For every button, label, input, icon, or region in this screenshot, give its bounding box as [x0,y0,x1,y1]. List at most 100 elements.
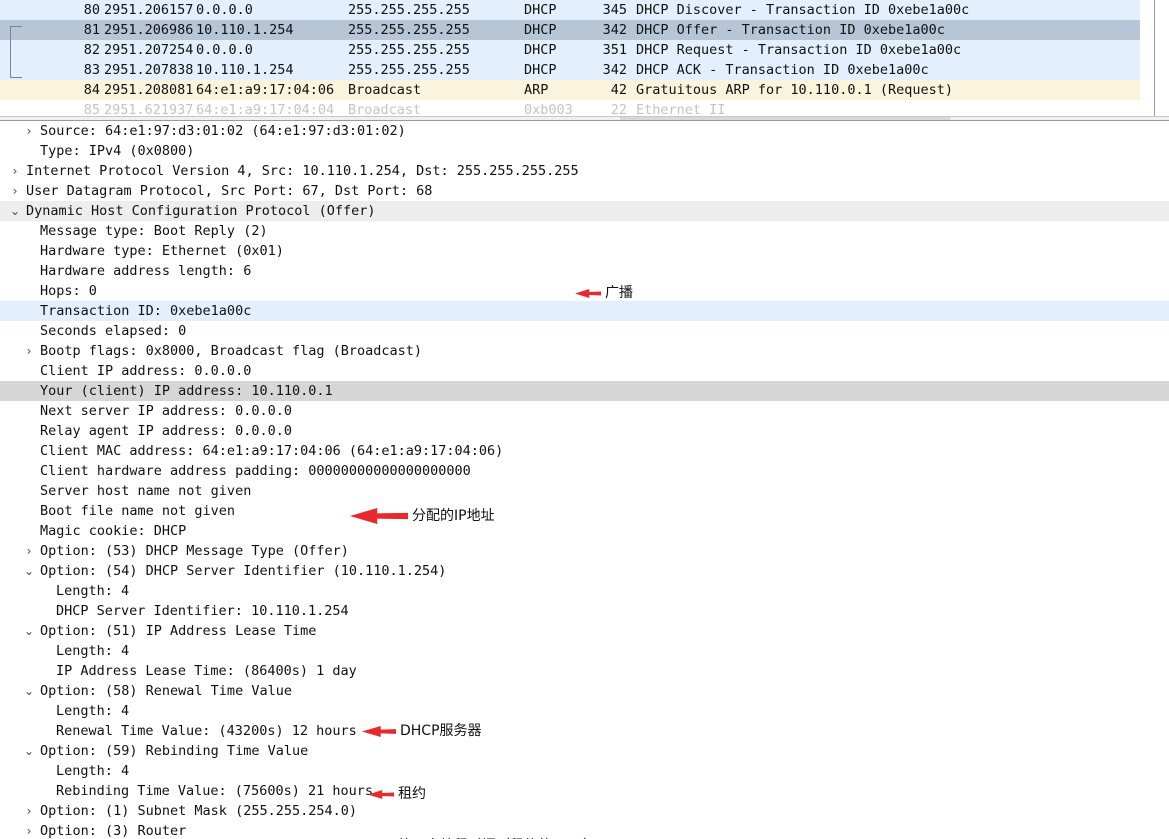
packet-no: 82 [83,42,100,58]
detail-tree-label: Option: (51) IP Address Lease Time [40,623,317,639]
chevron-down-icon[interactable]: ⌄ [22,681,36,701]
detail-tree-row[interactable]: Client MAC address: 64:e1:a9:17:04:06 (6… [0,441,1169,461]
packet-protocol: DHCP [524,62,557,78]
packet-protocol: DHCP [524,42,557,58]
detail-tree-row[interactable]: › Internet Protocol Version 4, Src: 10.11… [0,161,1169,181]
detail-tree-row[interactable]: ⌄ Option: (58) Renewal Time Value [0,681,1169,701]
chevron-right-icon[interactable]: › [22,541,36,561]
chevron-right-icon[interactable]: › [8,181,22,201]
detail-tree-row[interactable]: Message type: Boot Reply (2) [0,221,1169,241]
detail-tree-row[interactable]: Next server IP address: 0.0.0.0 [0,401,1169,421]
packet-source: 0.0.0.0 [196,42,253,58]
detail-tree-label: Your (client) IP address: 10.110.0.1 [40,383,333,399]
detail-tree-row[interactable]: Your (client) IP address: 10.110.0.1 [0,381,1169,401]
chevron-right-icon[interactable]: › [22,121,36,141]
packet-row[interactable]: 84 2951.208081 64:e1:a9:17:04:06 Broadcast A… [0,80,1140,100]
detail-tree-row[interactable]: ⌄ Dynamic Host Configuration Protocol (Of… [0,201,1169,221]
detail-tree-row[interactable]: Transaction ID: 0xebe1a00c [0,301,1169,321]
detail-tree-row[interactable]: Seconds elapsed: 0 [0,321,1169,341]
detail-tree-row[interactable]: › Option: (1) Subnet Mask (255.255.254.0) [0,801,1169,821]
annotation-text: 分配的IP地址 [412,508,495,524]
detail-tree-row[interactable]: DHCP Server Identifier: 10.110.1.254 [0,601,1169,621]
packet-list-pane[interactable]: 80 2951.206157 0.0.0.0 255.255.255.255 DHCP 3… [0,0,1169,121]
detail-tree-row[interactable]: Length: 4 [0,761,1169,781]
detail-tree-row[interactable]: Hardware type: Ethernet (0x01) [0,241,1169,261]
detail-tree-row[interactable]: Magic cookie: DHCP [0,521,1169,541]
packet-info: DHCP Discover - Transaction ID 0xebe1a00… [636,2,970,18]
annotation-callout: 广播 [575,284,633,302]
detail-tree-label: Client hardware address padding: 0000000… [40,463,471,479]
packet-protocol: DHCP [524,22,557,38]
packet-source: 10.110.1.254 [196,62,294,78]
packet-time: 2951.206157 [104,2,194,18]
detail-tree-label: Hops: 0 [40,283,97,299]
packet-destination: 255.255.255.255 [348,62,470,78]
detail-tree-label: Next server IP address: 0.0.0.0 [40,403,292,419]
detail-tree-row[interactable]: Client hardware address padding: 0000000… [0,461,1169,481]
detail-tree-label: Option: (54) DHCP Server Identifier (10.… [40,563,447,579]
detail-tree-row[interactable]: Length: 4 [0,641,1169,661]
packet-info: Gratuitous ARP for 10.110.0.1 (Request) [636,82,953,98]
chevron-down-icon[interactable]: ⌄ [22,741,36,761]
detail-tree-label: Bootp flags: 0x8000, Broadcast flag (Bro… [40,343,423,359]
packet-details-pane[interactable]: › Source: 64:e1:97:d3:01:02 (64:e1:97:d3:… [0,121,1169,839]
detail-tree-label: Source: 64:e1:97:d3:01:02 (64:e1:97:d3:0… [40,123,406,139]
detail-tree-row[interactable]: Client IP address: 0.0.0.0 [0,361,1169,381]
detail-tree-row[interactable]: Hardware address length: 6 [0,261,1169,281]
chevron-right-icon[interactable]: › [22,341,36,361]
packet-protocol: DHCP [524,2,557,18]
detail-tree-row[interactable]: IP Address Lease Time: (86400s) 1 day [0,661,1169,681]
detail-tree-row[interactable]: › Option: (53) DHCP Message Type (Offer) [0,541,1169,561]
detail-tree-label: Renewal Time Value: (43200s) 12 hours [56,723,357,739]
detail-tree-row[interactable]: ⌄ Option: (54) DHCP Server Identifier (10… [0,561,1169,581]
detail-tree-row[interactable]: Relay agent IP address: 0.0.0.0 [0,421,1169,441]
detail-tree-row[interactable]: ⌄ Option: (59) Rebinding Time Value [0,741,1169,761]
detail-tree-row[interactable]: Boot file name not given [0,501,1169,521]
detail-tree-label: Length: 4 [56,583,130,599]
detail-tree-row[interactable]: Type: IPv4 (0x0800) [0,141,1169,161]
chevron-down-icon[interactable]: ⌄ [22,621,36,641]
detail-tree-row[interactable]: Length: 4 [0,581,1169,601]
annotation-text: DHCP服务器 [400,723,482,739]
packet-row[interactable]: 83 2951.207838 10.110.1.254 255.255.255.255… [0,60,1140,80]
detail-tree-row[interactable]: › User Datagram Protocol, Src Port: 67, D… [0,181,1169,201]
detail-tree-row[interactable]: ⌄ Option: (51) IP Address Lease Time [0,621,1169,641]
annotation-callout: 分配的IP地址 [350,505,495,527]
detail-tree-row[interactable]: Renewal Time Value: (43200s) 12 hours [0,721,1169,741]
annotation-text: 广播 [605,285,633,301]
packet-row[interactable]: 82 2951.207254 0.0.0.0 255.255.255.255 DHCP 3… [0,40,1140,60]
detail-tree-label: Length: 4 [56,763,130,779]
packet-source: 10.110.1.254 [196,22,294,38]
detail-tree-label: Message type: Boot Reply (2) [40,223,268,239]
detail-tree-row[interactable]: Server host name not given [0,481,1169,501]
detail-tree-row[interactable]: Length: 4 [0,701,1169,721]
chevron-down-icon[interactable]: ⌄ [22,561,36,581]
detail-tree-label: Option: (3) Router [40,823,187,839]
detail-tree-row[interactable]: › Bootp flags: 0x8000, Broadcast flag (Br… [0,341,1169,361]
detail-tree-label: Seconds elapsed: 0 [40,323,187,339]
detail-tree-row[interactable]: › Source: 64:e1:97:d3:01:02 (64:e1:97:d3:… [0,121,1169,141]
detail-tree-label: Transaction ID: 0xebe1a00c [40,303,252,319]
chevron-right-icon[interactable]: › [8,161,22,181]
packet-time: 2951.207838 [104,62,194,78]
packet-row[interactable]: 81 2951.206986 10.110.1.254 255.255.255.255… [0,20,1140,40]
packet-info: DHCP Offer - Transaction ID 0xebe1a00c [636,22,945,38]
packet-list-viewport[interactable]: 80 2951.206157 0.0.0.0 255.255.255.255 DHCP 3… [0,0,1140,118]
packet-list-horizontal-scrollbar[interactable] [0,116,1169,120]
detail-tree-row[interactable]: Rebinding Time Value: (75600s) 21 hours [0,781,1169,801]
packet-row[interactable]: 80 2951.206157 0.0.0.0 255.255.255.255 DHCP 3… [0,0,1140,20]
detail-tree-label: Option: (58) Renewal Time Value [40,683,292,699]
chevron-down-icon[interactable]: ⌄ [8,201,22,221]
annotation-callout: 租约 [368,785,426,803]
detail-tree-label: DHCP Server Identifier: 10.110.1.254 [56,603,349,619]
chevron-right-icon[interactable]: › [22,821,36,839]
detail-tree-label: Client MAC address: 64:e1:a9:17:04:06 (6… [40,443,504,459]
packet-info: DHCP Request - Transaction ID 0xebe1a00c [636,42,962,58]
packet-source: 0.0.0.0 [196,2,253,18]
detail-tree-label: Rebinding Time Value: (75600s) 21 hours [56,783,373,799]
packet-list-vertical-scrollbar[interactable] [1154,0,1169,118]
detail-tree-label: Server host name not given [40,483,252,499]
scrollbar-thumb-horizontal[interactable] [620,117,950,120]
chevron-right-icon[interactable]: › [22,801,36,821]
packet-destination: 255.255.255.255 [348,2,470,18]
